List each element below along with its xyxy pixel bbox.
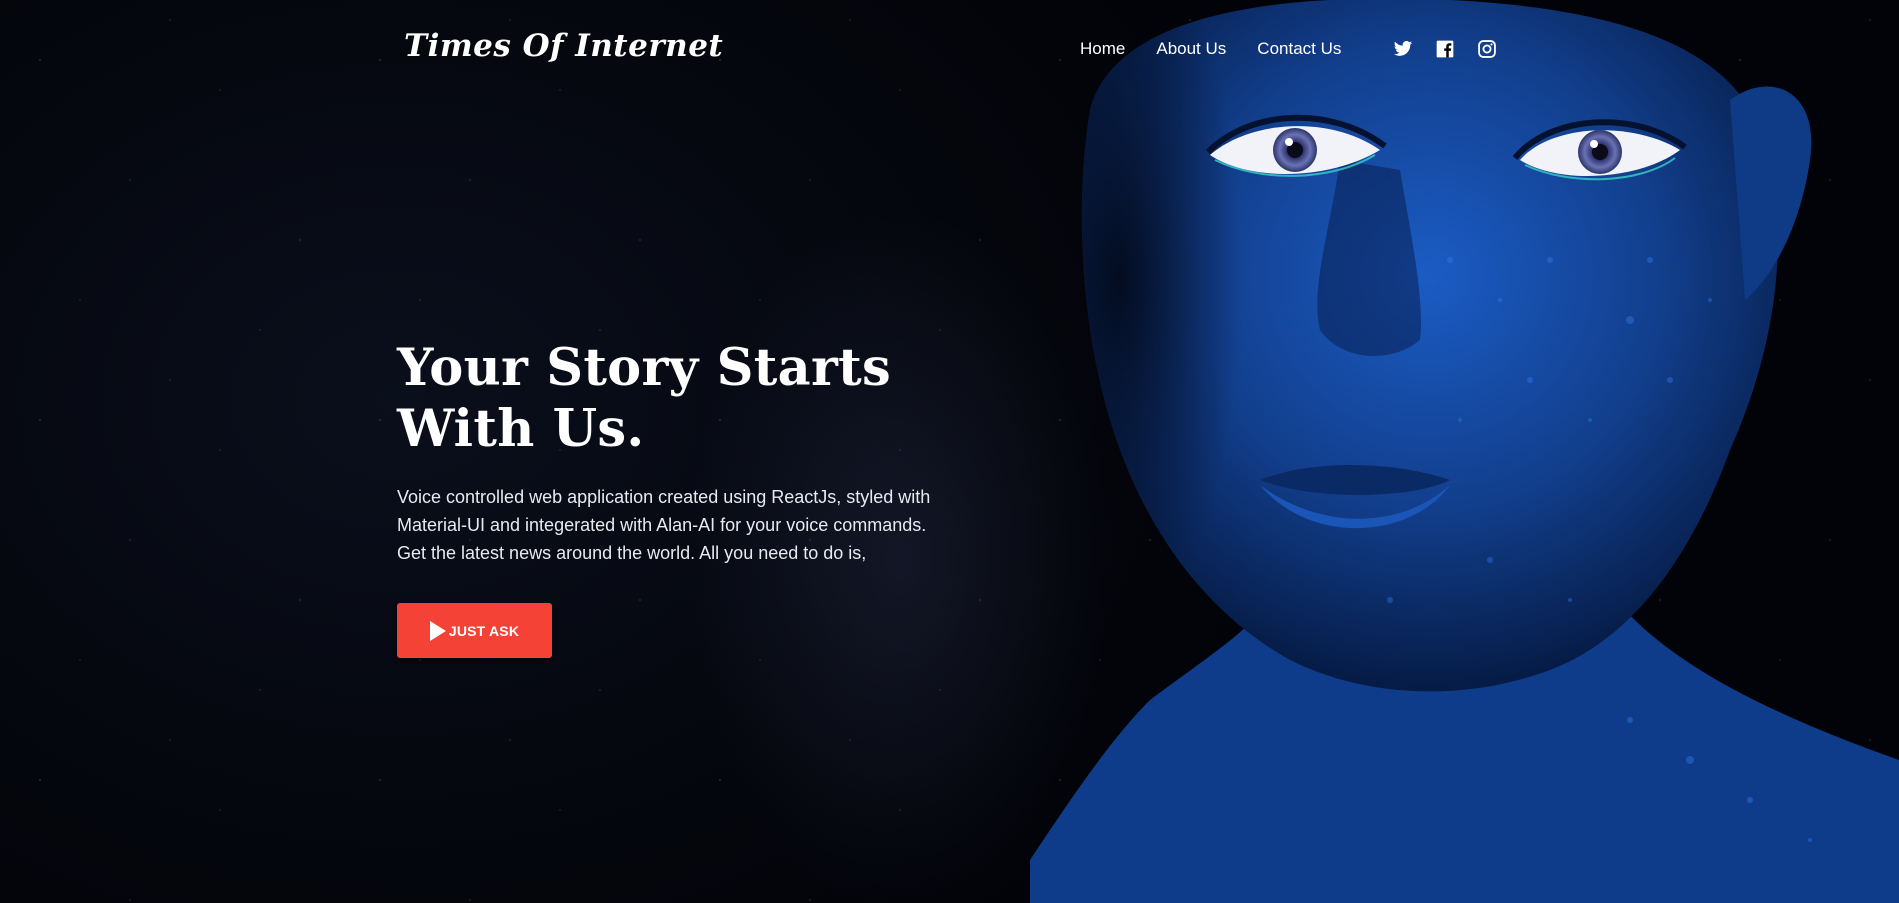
main-nav: Home About Us Contact Us: [1080, 38, 1498, 60]
hero-title-line-2: With Us.: [397, 399, 645, 459]
twitter-icon[interactable]: [1392, 38, 1414, 60]
facebook-icon[interactable]: [1434, 38, 1456, 60]
nav-contact-link[interactable]: Contact Us: [1257, 38, 1341, 60]
page: Times Of Internet Home About Us Contact …: [0, 0, 1899, 903]
hero-description-line-1: Voice controlled web application created…: [397, 487, 931, 507]
hero-portrait-image: [1030, 0, 1899, 903]
hero-title: Your Story Starts With Us.: [397, 338, 957, 460]
site-logo[interactable]: Times Of Internet: [404, 28, 723, 64]
hero-description-line-3: Get the latest news around the world. Al…: [397, 543, 867, 563]
hero-description-line-2: Material-UI and integerated with Alan-AI…: [397, 515, 927, 535]
nav-home-link[interactable]: Home: [1080, 38, 1125, 60]
just-ask-button-label: JUST ASK: [448, 622, 520, 639]
hero-description: Voice controlled web application created…: [397, 483, 957, 567]
hero-title-line-1: Your Story Starts: [397, 338, 892, 398]
instagram-icon[interactable]: [1476, 38, 1498, 60]
just-ask-button[interactable]: JUST ASK: [397, 603, 552, 658]
nav-about-link[interactable]: About Us: [1156, 38, 1226, 60]
site-header: Times Of Internet Home About Us Contact …: [0, 0, 1899, 100]
play-icon: [429, 620, 446, 641]
hero-section: Your Story Starts With Us. Voice control…: [397, 338, 957, 567]
